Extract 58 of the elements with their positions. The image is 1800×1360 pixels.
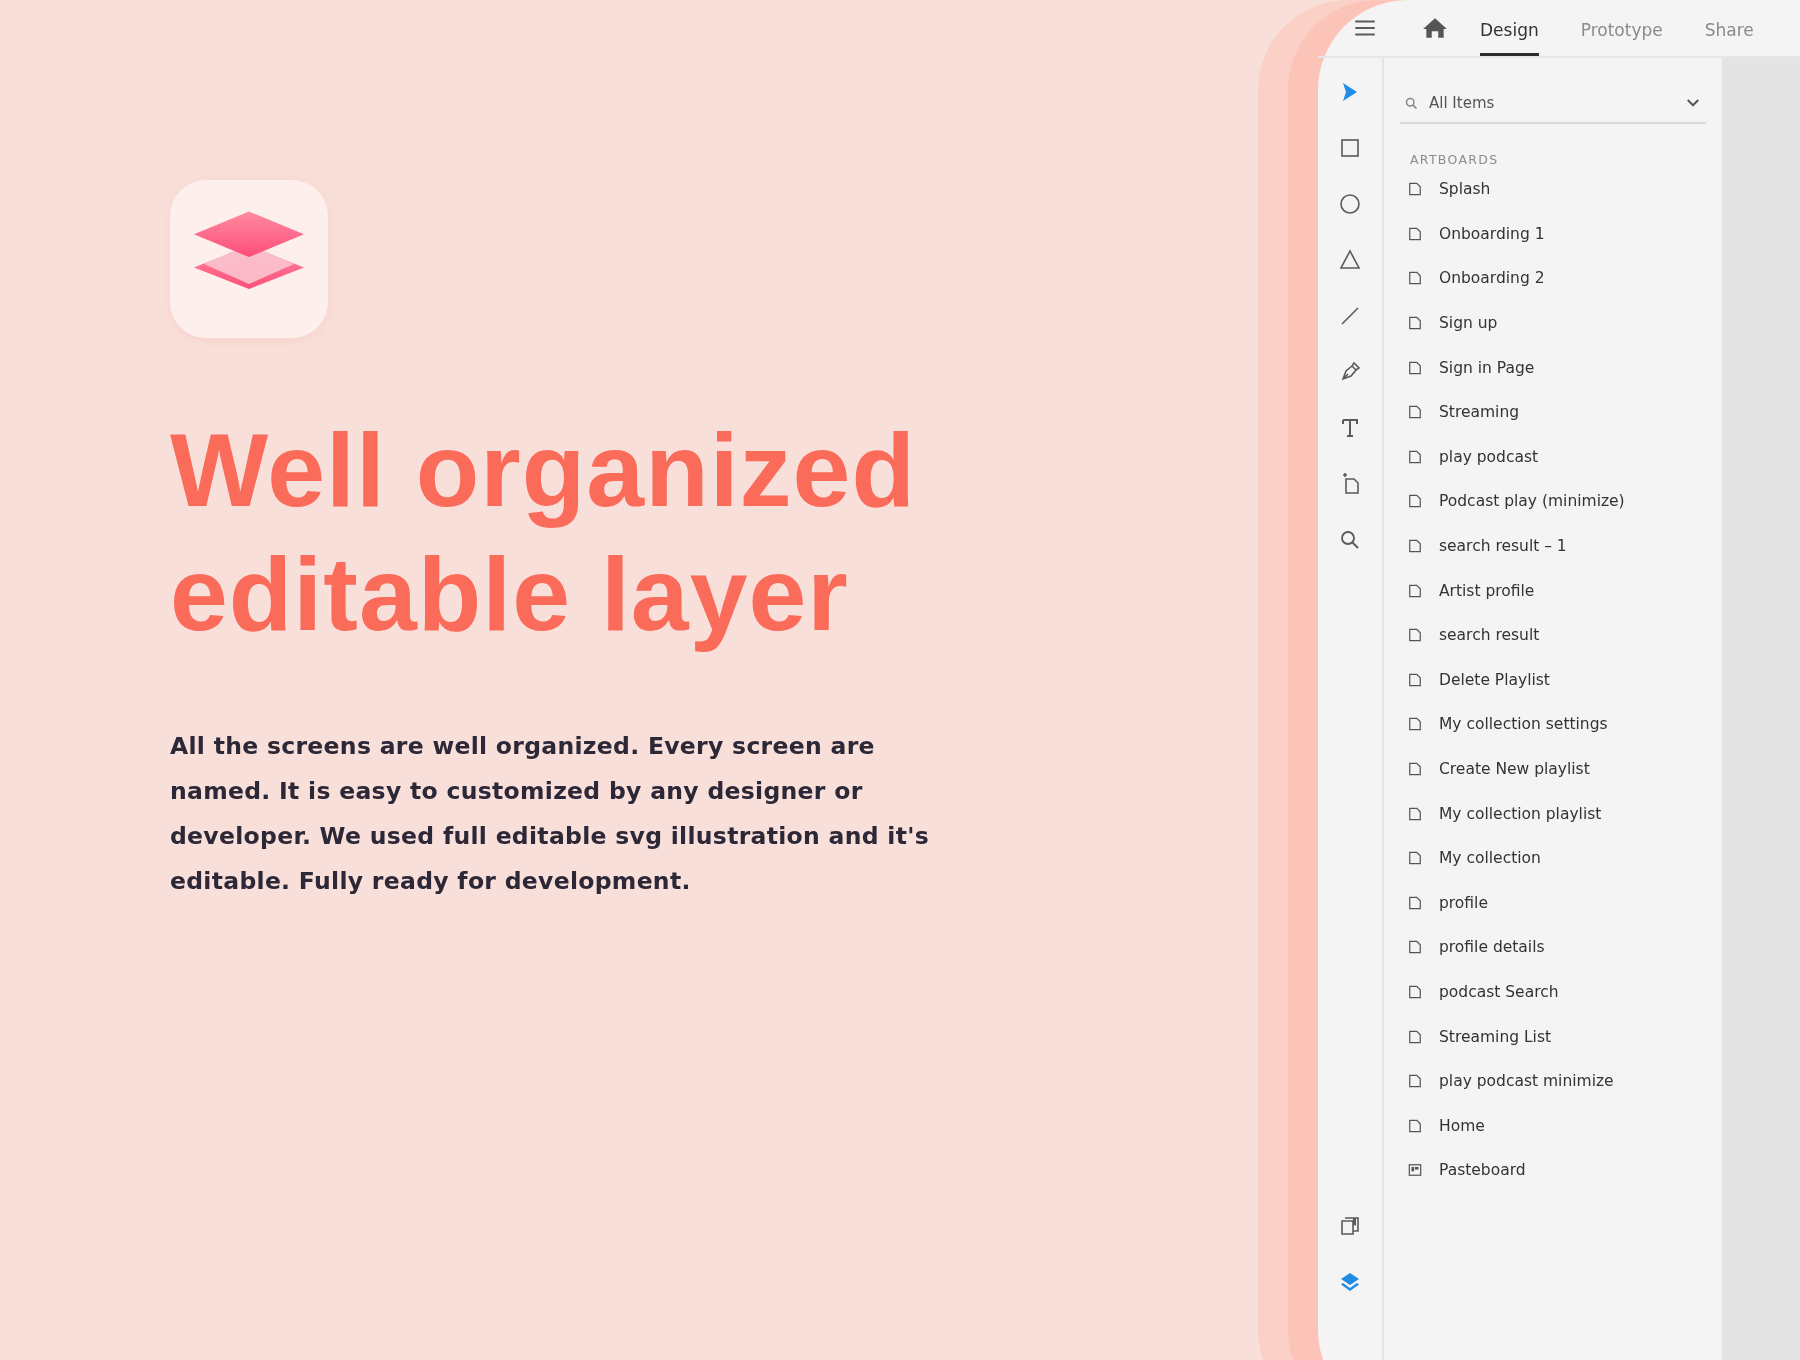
section-heading: ARTBOARDS bbox=[1410, 152, 1500, 167]
artboard-item[interactable]: Home bbox=[1439, 1116, 1485, 1135]
page-icon bbox=[1408, 449, 1422, 464]
artboard-item[interactable]: Sign in Page bbox=[1439, 358, 1535, 377]
rectangle-icon[interactable] bbox=[1338, 136, 1362, 160]
artboard-item[interactable]: podcast Search bbox=[1439, 983, 1559, 1001]
page-icon bbox=[1408, 895, 1422, 910]
page-icon bbox=[1408, 762, 1422, 776]
page-icon bbox=[1408, 940, 1422, 955]
artboard-item[interactable]: Pasteboard bbox=[1439, 1161, 1526, 1180]
page-icon bbox=[1408, 405, 1422, 420]
artboard-item[interactable]: Sign up bbox=[1439, 314, 1498, 333]
artboard-item[interactable]: play podcast minimize bbox=[1439, 1072, 1614, 1091]
artboard-item[interactable]: Podcast play (minimize) bbox=[1439, 492, 1625, 511]
triangle-icon[interactable] bbox=[1338, 248, 1362, 272]
artboard-item[interactable]: My collection settings bbox=[1439, 715, 1608, 734]
page-icon bbox=[1408, 717, 1422, 732]
tab[interactable]: Design bbox=[1480, 0, 1539, 56]
artboard-item[interactable]: Streaming bbox=[1439, 403, 1520, 422]
page-icon bbox=[1408, 1074, 1422, 1089]
headline: Well organized editable layer bbox=[170, 411, 917, 654]
artboard-item[interactable]: profile bbox=[1439, 893, 1488, 912]
page-icon bbox=[1408, 1029, 1422, 1044]
layers-icon[interactable] bbox=[1338, 1270, 1362, 1294]
artboard-item[interactable]: Onboarding 1 bbox=[1439, 224, 1545, 243]
artboard-item[interactable]: Streaming List bbox=[1439, 1027, 1552, 1046]
page-icon bbox=[1408, 494, 1422, 509]
page-icon bbox=[1408, 360, 1422, 375]
artboard-item[interactable]: Onboarding 2 bbox=[1439, 269, 1545, 288]
artboard-item[interactable]: My collection playlist bbox=[1439, 804, 1602, 823]
page-icon bbox=[1408, 226, 1422, 241]
filter-value: All Items bbox=[1429, 94, 1496, 112]
page-icon bbox=[1408, 672, 1422, 687]
artboard-item[interactable]: Create New playlist bbox=[1439, 760, 1590, 778]
artboard-item[interactable]: Delete Playlist bbox=[1439, 670, 1550, 689]
description: All the screens are well organized. Every screen are named. It is easy to customized by any designer or developer. We used full editable svg illustration and it's editable. Fully ready for development. bbox=[170, 731, 930, 897]
page-icon bbox=[1408, 628, 1422, 643]
artboard-item[interactable]: Artist profile bbox=[1439, 581, 1535, 600]
page-icon bbox=[1408, 271, 1422, 286]
artboard-item[interactable]: play podcast bbox=[1439, 447, 1539, 466]
page-icon bbox=[1408, 182, 1422, 197]
artboard-item[interactable]: My collection bbox=[1439, 849, 1541, 868]
page-icon bbox=[1408, 1118, 1422, 1133]
pasteboard-icon bbox=[1408, 1163, 1422, 1178]
page-icon bbox=[1408, 985, 1422, 999]
page-icon bbox=[1408, 539, 1422, 554]
artboard-item[interactable]: Splash bbox=[1439, 180, 1491, 199]
circle-icon[interactable] bbox=[1338, 192, 1362, 216]
page-icon bbox=[1408, 583, 1422, 598]
page-icon bbox=[1408, 806, 1422, 821]
assets-icon[interactable] bbox=[1338, 1214, 1362, 1238]
artboard-item[interactable]: search result – 1 bbox=[1439, 537, 1567, 556]
page-icon bbox=[1408, 851, 1422, 866]
page-icon bbox=[1408, 316, 1422, 331]
artboard-item[interactable]: profile details bbox=[1439, 938, 1545, 957]
search-icon bbox=[1404, 95, 1419, 111]
filter-dropdown[interactable]: All Items bbox=[1400, 84, 1706, 124]
artboard-item[interactable]: search result bbox=[1439, 626, 1540, 645]
